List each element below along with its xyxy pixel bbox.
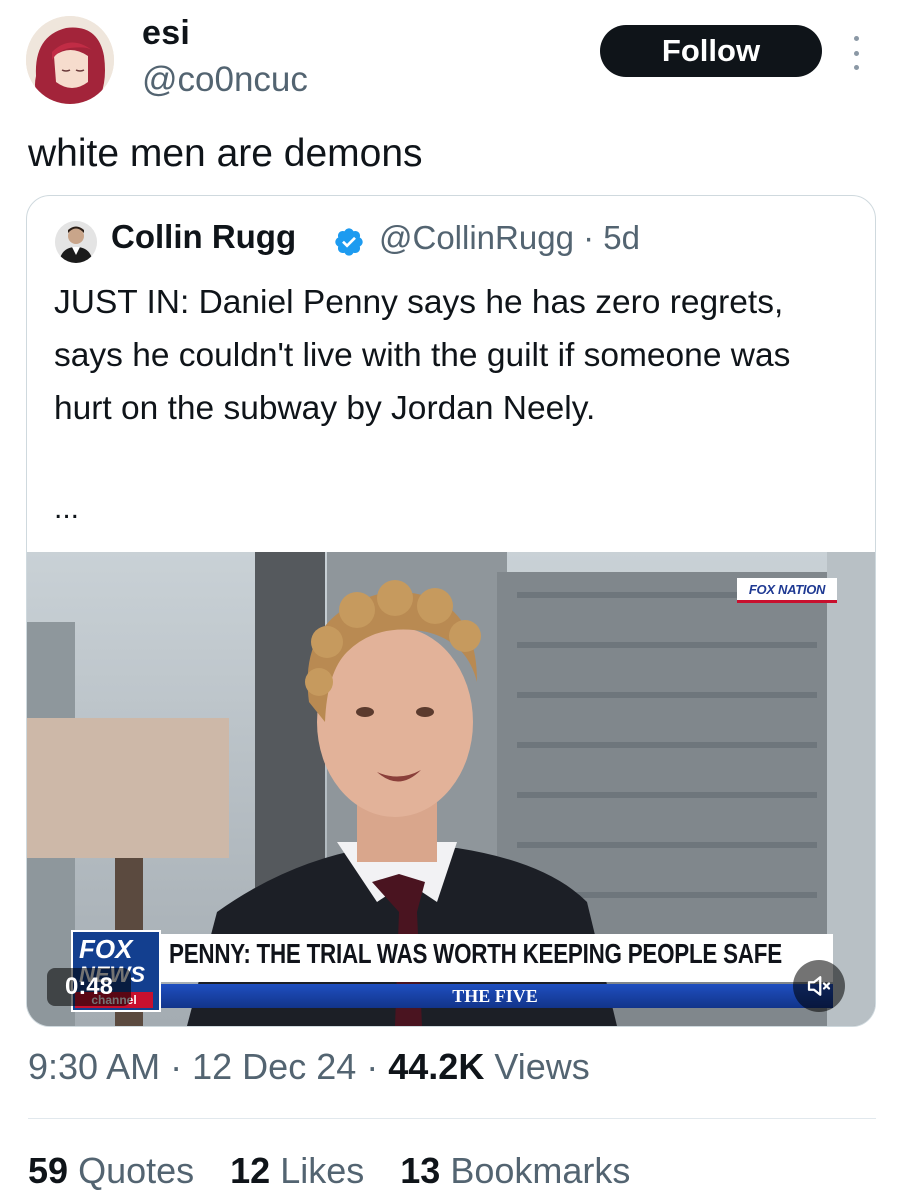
tweet-text: white men are demons: [28, 132, 423, 175]
quoted-author-name[interactable]: Collin Rugg: [111, 218, 296, 256]
video-player[interactable]: FOX NATION PENNY: THE TRIAL WAS WORTH KE…: [27, 552, 875, 1026]
quotes-count: 59: [28, 1150, 69, 1191]
author-avatar[interactable]: [26, 16, 114, 104]
quotes-stat[interactable]: 59 Quotes: [28, 1150, 194, 1191]
quoted-tweet-card[interactable]: Collin Rugg @CollinRugg · 5d JUST IN: Da…: [26, 195, 876, 1027]
quotes-label: Quotes: [78, 1150, 195, 1191]
bookmarks-label: Bookmarks: [450, 1150, 631, 1191]
quoted-tweet-text: JUST IN: Daniel Penny says he has zero r…: [54, 284, 791, 427]
chyron-text: PENNY: THE TRIAL WAS WORTH KEEPING PEOPL…: [169, 938, 782, 969]
more-dots-icon[interactable]: [846, 36, 866, 70]
likes-stat[interactable]: 12 Likes: [230, 1150, 364, 1191]
follow-button[interactable]: Follow: [600, 25, 822, 77]
bookmarks-count: 13: [400, 1150, 441, 1191]
verified-badge-icon: [333, 226, 365, 258]
likes-label: Likes: [280, 1150, 365, 1191]
views-count: 44.2K: [388, 1046, 485, 1087]
show-name: THE FIVE: [452, 985, 538, 1006]
truncation-ellipsis: ...: [54, 492, 80, 525]
meta-separator: ·: [366, 1046, 379, 1087]
engagement-stats: 59 Quotes 12 Likes 13 Bookmarks: [28, 1150, 656, 1192]
author-display-name[interactable]: esi: [142, 14, 190, 53]
tweet-time[interactable]: 9:30 AM: [28, 1046, 160, 1087]
logo-line-1: FOX: [79, 934, 133, 964]
bookmarks-stat[interactable]: 13 Bookmarks: [400, 1150, 630, 1191]
speaker-muted-icon[interactable]: [793, 960, 845, 1012]
likes-count: 12: [230, 1150, 271, 1191]
tweet-meta: 9:30 AM · 12 Dec 24 · 44.2K Views: [28, 1046, 590, 1088]
fox-nation-badge: FOX NATION: [737, 578, 837, 603]
author-handle[interactable]: @co0ncuc: [142, 60, 308, 100]
tweet-date[interactable]: 12 Dec 24: [192, 1046, 356, 1087]
views-label: Views: [494, 1046, 590, 1087]
video-duration-badge: 0:48: [47, 968, 131, 1006]
quoted-author-avatar[interactable]: [55, 221, 97, 263]
meta-separator: ·: [170, 1046, 183, 1087]
quoted-handle-time[interactable]: @CollinRugg · 5d: [379, 219, 640, 257]
divider: [28, 1118, 876, 1119]
